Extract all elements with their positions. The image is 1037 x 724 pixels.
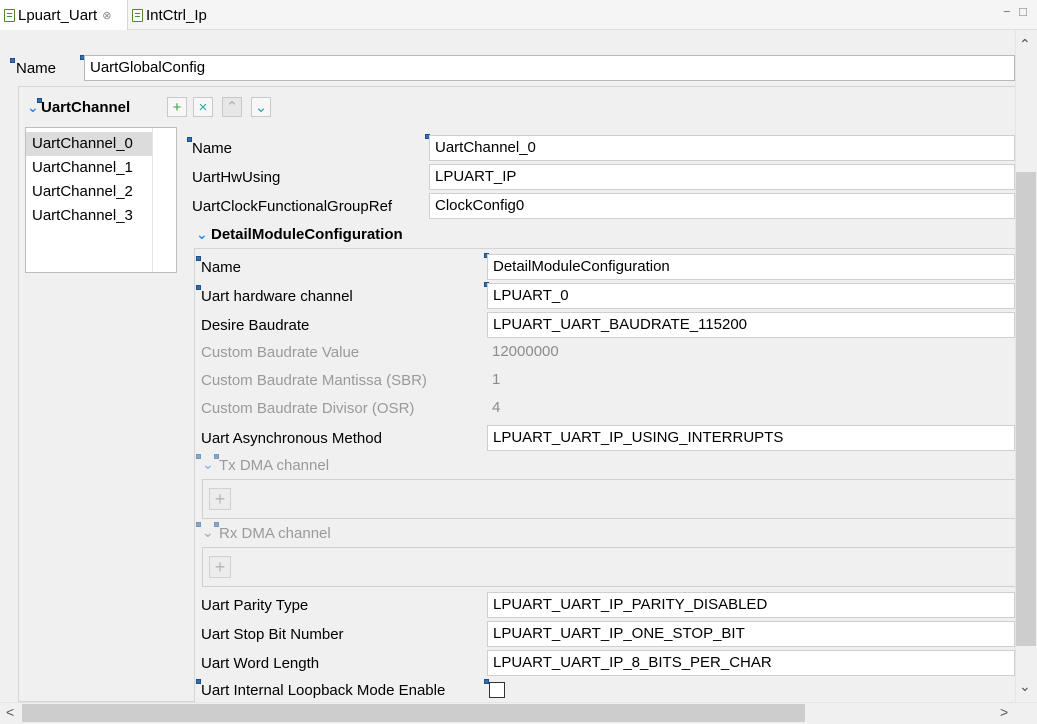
stop-bit-label: Uart Stop Bit Number: [201, 626, 344, 643]
list-item[interactable]: UartChannel_0: [26, 132, 152, 156]
hw-channel-label: Uart hardware channel: [201, 288, 353, 305]
channel-name-field[interactable]: UartChannel_0: [429, 135, 1015, 161]
move-down-button[interactable]: ⌄: [251, 97, 271, 117]
divisor-field: 4: [492, 399, 501, 416]
detail-name-field[interactable]: DetailModuleConfiguration: [487, 254, 1015, 280]
list-item[interactable]: UartChannel_1: [26, 156, 152, 180]
loopback-checkbox[interactable]: [489, 682, 505, 698]
tx-dma-label: Tx DMA channel: [219, 457, 330, 474]
tab-lpuart-uart[interactable]: Lpuart_Uart ⊗: [0, 0, 128, 30]
clock-ref-label: UartClockFunctionalGroupRef: [192, 198, 393, 215]
required-marker-icon: [196, 454, 201, 459]
list-item[interactable]: UartChannel_2: [26, 180, 152, 204]
chevron-down-icon[interactable]: ⌄: [202, 524, 214, 541]
detail-name-label: Name: [201, 259, 242, 276]
tab-label: Lpuart_Uart: [18, 6, 98, 24]
minimize-icon[interactable]: −: [1003, 4, 1011, 19]
config-file-icon: [4, 8, 15, 22]
required-marker-icon: [10, 58, 15, 63]
baudrate-field[interactable]: LPUART_UART_BAUDRATE_115200: [487, 312, 1015, 338]
vertical-scroll-thumb[interactable]: [1016, 172, 1036, 646]
add-channel-button[interactable]: +: [167, 97, 187, 117]
custom-baud-value-label: Custom Baudrate Value: [201, 344, 360, 361]
baudrate-label: Desire Baudrate: [201, 317, 310, 334]
tx-dma-panel: [202, 479, 1015, 519]
tx-dma-add-button[interactable]: +: [209, 488, 231, 510]
detail-section-title: DetailModuleConfiguration: [211, 226, 403, 243]
hw-channel-field[interactable]: LPUART_0: [487, 283, 1015, 309]
custom-baud-value-field: 12000000: [492, 343, 559, 360]
rx-dma-add-button[interactable]: +: [209, 556, 231, 578]
config-file-icon: [132, 8, 143, 22]
scroll-up-icon[interactable]: ⌃: [1019, 36, 1031, 53]
divisor-label: Custom Baudrate Divisor (OSR): [201, 400, 415, 417]
chevron-down-icon[interactable]: ⌄: [202, 456, 214, 473]
horizontal-scroll-thumb[interactable]: [22, 704, 805, 722]
parity-label: Uart Parity Type: [201, 597, 309, 614]
scroll-right-icon[interactable]: >: [1000, 704, 1008, 720]
rx-dma-panel: [202, 547, 1015, 587]
required-marker-icon: [196, 522, 201, 527]
uartchannel-title: UartChannel: [41, 99, 131, 116]
list-item[interactable]: UartChannel_3: [26, 204, 152, 228]
async-method-label: Uart Asynchronous Method: [201, 430, 382, 447]
rx-dma-label: Rx DMA channel: [219, 525, 331, 542]
maximize-icon[interactable]: □: [1019, 4, 1027, 19]
hw-using-field[interactable]: LPUART_IP: [429, 164, 1015, 190]
tab-intctrl-ip[interactable]: IntCtrl_Ip: [128, 0, 207, 30]
word-length-field[interactable]: LPUART_UART_IP_8_BITS_PER_CHAR: [487, 650, 1015, 676]
stop-bit-field[interactable]: LPUART_UART_IP_ONE_STOP_BIT: [487, 621, 1015, 647]
name-field[interactable]: UartGlobalConfig: [84, 55, 1015, 81]
list-divider: [152, 128, 153, 272]
channel-name-label: Name: [192, 140, 233, 157]
loopback-label: Uart Internal Loopback Mode Enable: [201, 682, 446, 699]
scroll-left-icon[interactable]: <: [6, 704, 14, 720]
mantissa-label: Custom Baudrate Mantissa (SBR): [201, 372, 427, 389]
remove-channel-button[interactable]: ×: [193, 97, 213, 117]
clock-ref-field[interactable]: ClockConfig0: [429, 193, 1015, 219]
async-method-field[interactable]: LPUART_UART_IP_USING_INTERRUPTS: [487, 425, 1015, 451]
word-length-label: Uart Word Length: [201, 655, 320, 672]
scroll-down-icon[interactable]: ⌄: [1019, 678, 1031, 695]
hw-using-label: UartHwUsing: [192, 169, 281, 186]
name-label: Name: [16, 60, 57, 77]
tab-close-icon[interactable]: ⊗: [102, 9, 111, 22]
chevron-down-icon[interactable]: ⌄: [196, 226, 208, 243]
mantissa-field: 1: [492, 371, 501, 388]
tab-label: IntCtrl_Ip: [146, 6, 207, 24]
parity-field[interactable]: LPUART_UART_IP_PARITY_DISABLED: [487, 592, 1015, 618]
move-up-button[interactable]: ⌃: [222, 97, 242, 117]
